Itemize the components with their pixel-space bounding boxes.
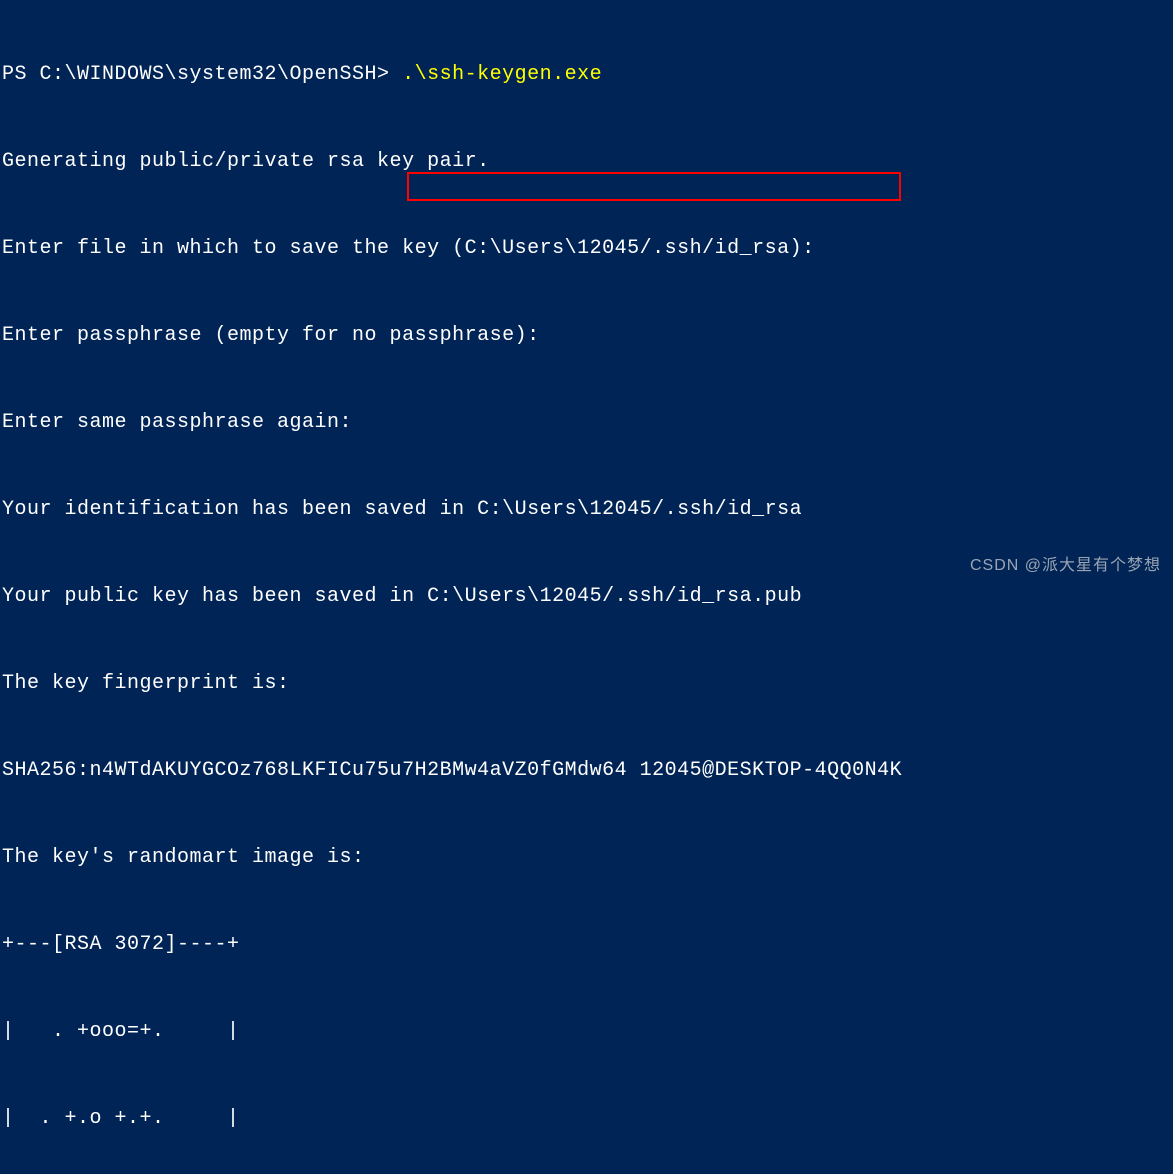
csdn-watermark: CSDN @派大星有个梦想 bbox=[970, 554, 1161, 577]
output-line: The key's randomart image is: bbox=[2, 843, 1173, 872]
command-line: PS C:\WINDOWS\system32\OpenSSH> .\ssh-ke… bbox=[2, 60, 1173, 89]
randomart-line: | . +ooo=+. | bbox=[2, 1017, 1173, 1046]
output-line: Enter same passphrase again: bbox=[2, 408, 1173, 437]
typed-command: .\ssh-keygen.exe bbox=[402, 63, 602, 86]
ps-prompt: PS C:\WINDOWS\system32\OpenSSH> bbox=[2, 63, 402, 86]
terminal-output[interactable]: PS C:\WINDOWS\system32\OpenSSH> .\ssh-ke… bbox=[2, 2, 1173, 1174]
output-line: The key fingerprint is: bbox=[2, 669, 1173, 698]
randomart-line: | . +.o +.+. | bbox=[2, 1104, 1173, 1133]
output-line-pubkey: Your public key has been saved in C:\Use… bbox=[2, 582, 1173, 611]
output-line: Enter file in which to save the key (C:\… bbox=[2, 234, 1173, 263]
output-line: Enter passphrase (empty for no passphras… bbox=[2, 321, 1173, 350]
randomart-line: +---[RSA 3072]----+ bbox=[2, 930, 1173, 959]
output-line: Generating public/private rsa key pair. bbox=[2, 147, 1173, 176]
output-line: Your identification has been saved in C:… bbox=[2, 495, 1173, 524]
output-line: SHA256:n4WTdAKUYGCOz768LKFICu75u7H2BMw4a… bbox=[2, 756, 1173, 785]
